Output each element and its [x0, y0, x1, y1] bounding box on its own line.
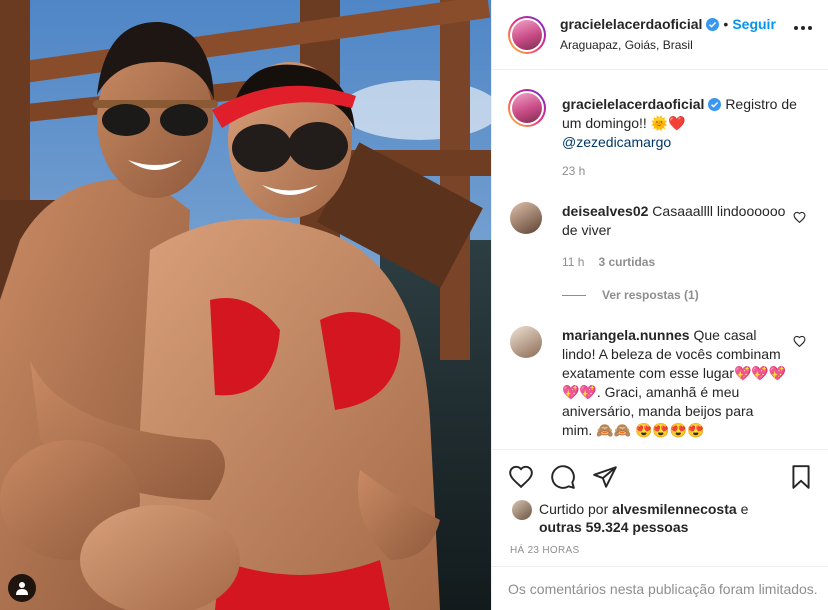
comment-username[interactable]: mariangela.nunnes: [562, 327, 690, 343]
post-side-panel: gracielelacerdaoficial • Seguir Araguapa…: [491, 0, 828, 610]
author-username[interactable]: gracielelacerdaoficial: [560, 16, 702, 32]
more-options-icon[interactable]: [794, 26, 812, 30]
comments-list[interactable]: gracielelacerdaoficial Registro de um do…: [492, 71, 828, 449]
tagged-people-button[interactable]: [8, 574, 36, 602]
author-line: gracielelacerdaoficial • Seguir: [560, 16, 776, 32]
liked-others-count[interactable]: outras 59.324 pessoas: [539, 519, 688, 535]
caption-author-avatar[interactable]: [508, 89, 546, 127]
comments-limited-notice: Os comentários nesta publicação foram li…: [492, 566, 828, 610]
verified-badge-icon: [706, 17, 720, 31]
author-avatar[interactable]: [508, 16, 546, 54]
comment-item: mariangela.nunnes Que casal lindo! A bel…: [562, 326, 787, 440]
caption-mention[interactable]: @zezedicamargo: [562, 134, 671, 150]
verified-badge-icon: [708, 98, 722, 111]
liked-by-avatar[interactable]: [512, 500, 532, 520]
comment-avatar[interactable]: [510, 202, 542, 234]
liked-and: e: [740, 501, 749, 517]
person-icon: [16, 582, 28, 595]
share-icon[interactable]: [592, 464, 618, 490]
bookmark-icon[interactable]: [788, 464, 814, 490]
comment-time[interactable]: 11 h: [562, 255, 584, 269]
comment-likes[interactable]: 3 curtidas: [598, 255, 655, 269]
comment-icon[interactable]: [550, 464, 576, 490]
post-timestamp[interactable]: HÁ 23 HORAS: [510, 545, 579, 556]
heart-icon[interactable]: [508, 464, 534, 490]
comment-avatar[interactable]: [510, 326, 542, 358]
liked-user[interactable]: alvesmilennecosta: [612, 501, 737, 517]
action-bar: [508, 464, 618, 490]
view-replies-label: Ver respostas (1): [602, 288, 699, 302]
comment-like-icon[interactable]: [793, 335, 806, 348]
caption: gracielelacerdaoficial Registro de um do…: [562, 95, 802, 152]
follow-button[interactable]: Seguir: [732, 16, 776, 32]
post-header: gracielelacerdaoficial • Seguir Araguapa…: [492, 0, 828, 70]
liked-by-text: Curtido por alvesmilennecosta e outras 5…: [539, 500, 799, 536]
liked-by: Curtido por alvesmilennecosta e outras 5…: [512, 500, 799, 536]
comment-meta: 11 h 3 curtidas: [562, 255, 655, 269]
caption-time[interactable]: 23 h: [562, 164, 585, 178]
comment-text: Que casal lindo! A beleza de vocês combi…: [562, 327, 787, 438]
post-photo[interactable]: [0, 0, 491, 610]
post-actions: Curtido por alvesmilennecosta e outras 5…: [492, 449, 828, 610]
separator-dot: •: [723, 16, 729, 32]
photo-illustration: [0, 0, 491, 610]
comment-item: deisealves02 Casaaallll lindoooooo de vi…: [562, 202, 787, 240]
post-location[interactable]: Araguapaz, Goiás, Brasil: [560, 38, 693, 52]
comment-username[interactable]: deisealves02: [562, 203, 648, 219]
caption-username[interactable]: gracielelacerdaoficial: [562, 96, 704, 112]
comment-like-icon[interactable]: [793, 211, 806, 224]
liked-prefix: Curtido por: [539, 501, 609, 517]
view-replies-button[interactable]: Ver respostas (1): [562, 288, 699, 302]
